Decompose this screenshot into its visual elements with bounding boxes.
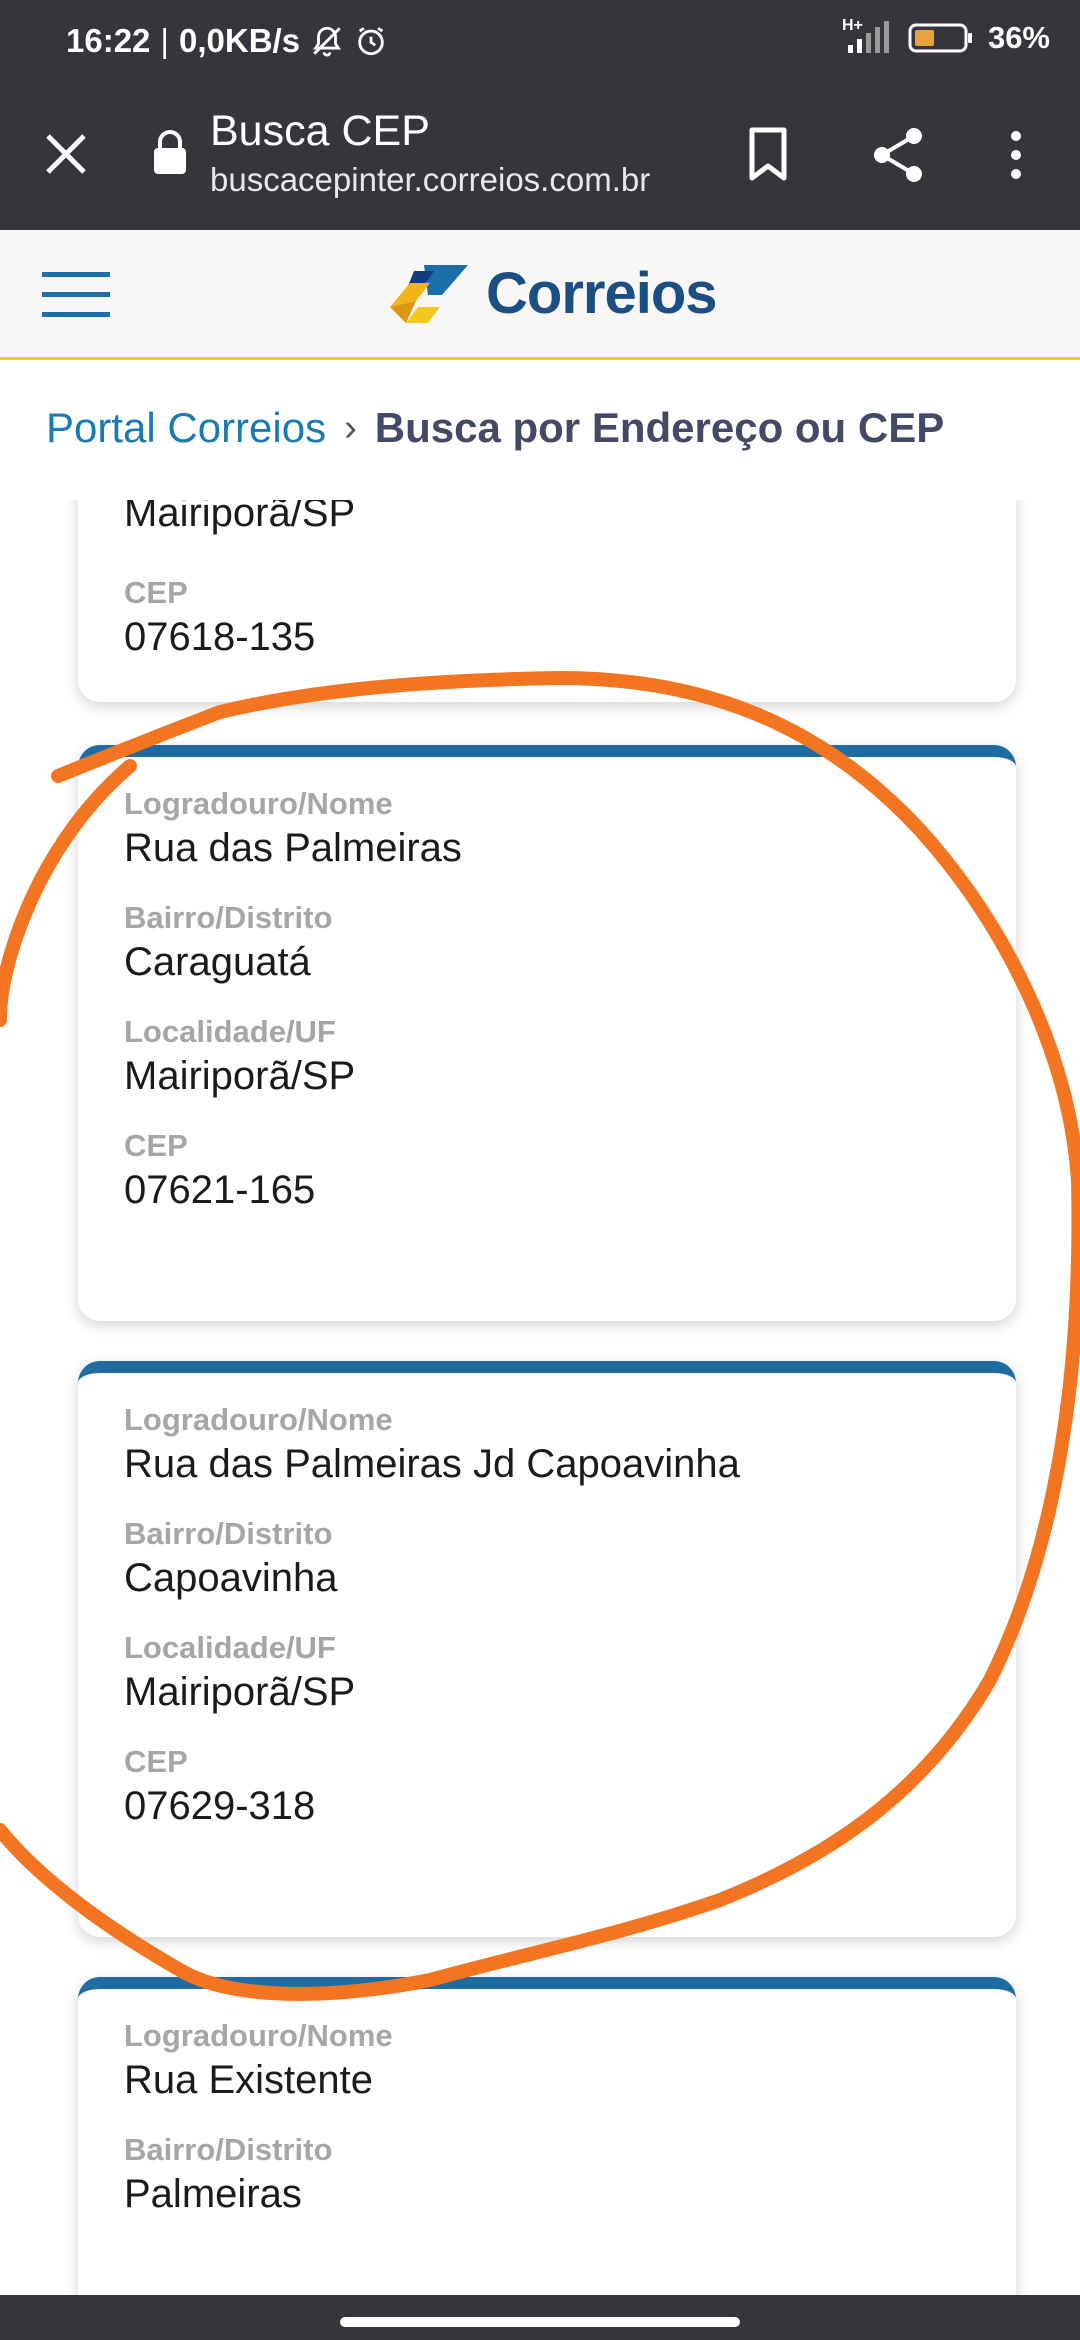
result-card: Mairiporã/SP CEP 07618-135 <box>78 500 1016 702</box>
logradouro-value: Rua Existente <box>124 2058 374 2102</box>
more-vertical-icon <box>1011 131 1021 179</box>
bairro-value: Capoavinha <box>124 1556 338 1600</box>
cep-value: 07618-135 <box>124 615 316 659</box>
localidade-value: Mairiporã/SP <box>124 1054 356 1098</box>
result-card: Logradouro/Nome Rua Existente Bairro/Dis… <box>78 1977 1016 2295</box>
home-gesture-handle[interactable] <box>340 2317 740 2327</box>
status-time: 16:22 <box>66 22 151 59</box>
logradouro-value: Rua das Palmeiras Jd Capoavinha <box>124 1442 740 1486</box>
site-menu-button[interactable] <box>42 270 112 320</box>
bairro-label: Bairro/Distrito <box>124 900 333 935</box>
status-left: 16:22 | 0,0KB/s <box>66 22 388 60</box>
browser-page-title: Busca CEP <box>210 107 430 155</box>
logo-text: Correios <box>486 261 718 326</box>
correios-logo-icon <box>390 264 468 323</box>
site-header: Correios <box>0 230 1080 360</box>
bookmark-icon <box>749 127 787 181</box>
system-nav-bar <box>0 2295 1080 2340</box>
logradouro-label: Logradouro/Nome <box>124 1402 393 1437</box>
close-tab-button[interactable] <box>36 124 96 184</box>
cep-value: 07629-318 <box>124 1784 316 1828</box>
breadcrumb: Portal Correios › Busca por Endereço ou … <box>46 404 944 452</box>
share-icon <box>874 128 922 182</box>
cep-label: CEP <box>124 1744 188 1779</box>
breadcrumb-current: Busca por Endereço ou CEP <box>374 404 945 451</box>
cep-label: CEP <box>124 575 188 610</box>
muted-bell-icon <box>310 24 344 58</box>
logradouro-label: Logradouro/Nome <box>124 2018 393 2053</box>
cep-label: CEP <box>124 1128 188 1163</box>
url-bar[interactable]: Busca CEP buscacepinter.correios.com.br <box>210 104 710 202</box>
localidade-value: Mairiporã/SP <box>124 1670 356 1714</box>
bookmark-button[interactable] <box>738 120 798 190</box>
status-right: H+ 36% <box>842 17 1050 56</box>
browser-toolbar: Busca CEP buscacepinter.correios.com.br <box>0 86 1080 230</box>
bairro-value: Caraguatá <box>124 940 311 984</box>
bairro-label: Bairro/Distrito <box>124 2132 333 2167</box>
logradouro-value: Rua das Palmeiras <box>124 826 462 870</box>
bairro-value: Palmeiras <box>124 2172 302 2216</box>
close-icon <box>46 134 86 174</box>
status-divider: | <box>160 22 169 59</box>
browser-url: buscacepinter.correios.com.br <box>210 161 651 198</box>
breadcrumb-portal-link[interactable]: Portal Correios <box>46 404 326 452</box>
share-button[interactable] <box>866 120 930 190</box>
correios-logo[interactable]: Correios <box>384 260 718 327</box>
logradouro-label: Logradouro/Nome <box>124 786 393 821</box>
status-bar: 16:22 | 0,0KB/s H+ 36% <box>0 0 1080 86</box>
result-card: Logradouro/Nome Rua das Palmeiras Bairro… <box>78 745 1016 1321</box>
battery-icon <box>908 22 974 54</box>
result-card: Logradouro/Nome Rua das Palmeiras Jd Cap… <box>78 1361 1016 1937</box>
alarm-icon <box>354 24 388 58</box>
screen: 16:22 | 0,0KB/s H+ 36% Busca CEP buscace… <box>0 0 1080 2340</box>
network-type: H+ <box>841 17 863 34</box>
lock-icon[interactable] <box>150 128 190 176</box>
cep-value: 07621-165 <box>124 1168 316 1212</box>
localidade-value: Mairiporã/SP <box>124 500 356 535</box>
localidade-label: Localidade/UF <box>124 1014 336 1049</box>
bairro-label: Bairro/Distrito <box>124 1516 333 1551</box>
results-list[interactable]: Mairiporã/SP CEP 07618-135 Logradouro/No… <box>0 500 1080 2295</box>
breadcrumb-separator: › <box>344 406 357 449</box>
localidade-label: Localidade/UF <box>124 1630 336 1665</box>
signal-icon: H+ <box>842 17 894 55</box>
battery-percent: 36% <box>987 20 1050 55</box>
overflow-menu-button[interactable] <box>996 120 1036 190</box>
network-speed: 0,0KB/s <box>178 22 301 59</box>
hamburger-icon <box>42 272 110 317</box>
